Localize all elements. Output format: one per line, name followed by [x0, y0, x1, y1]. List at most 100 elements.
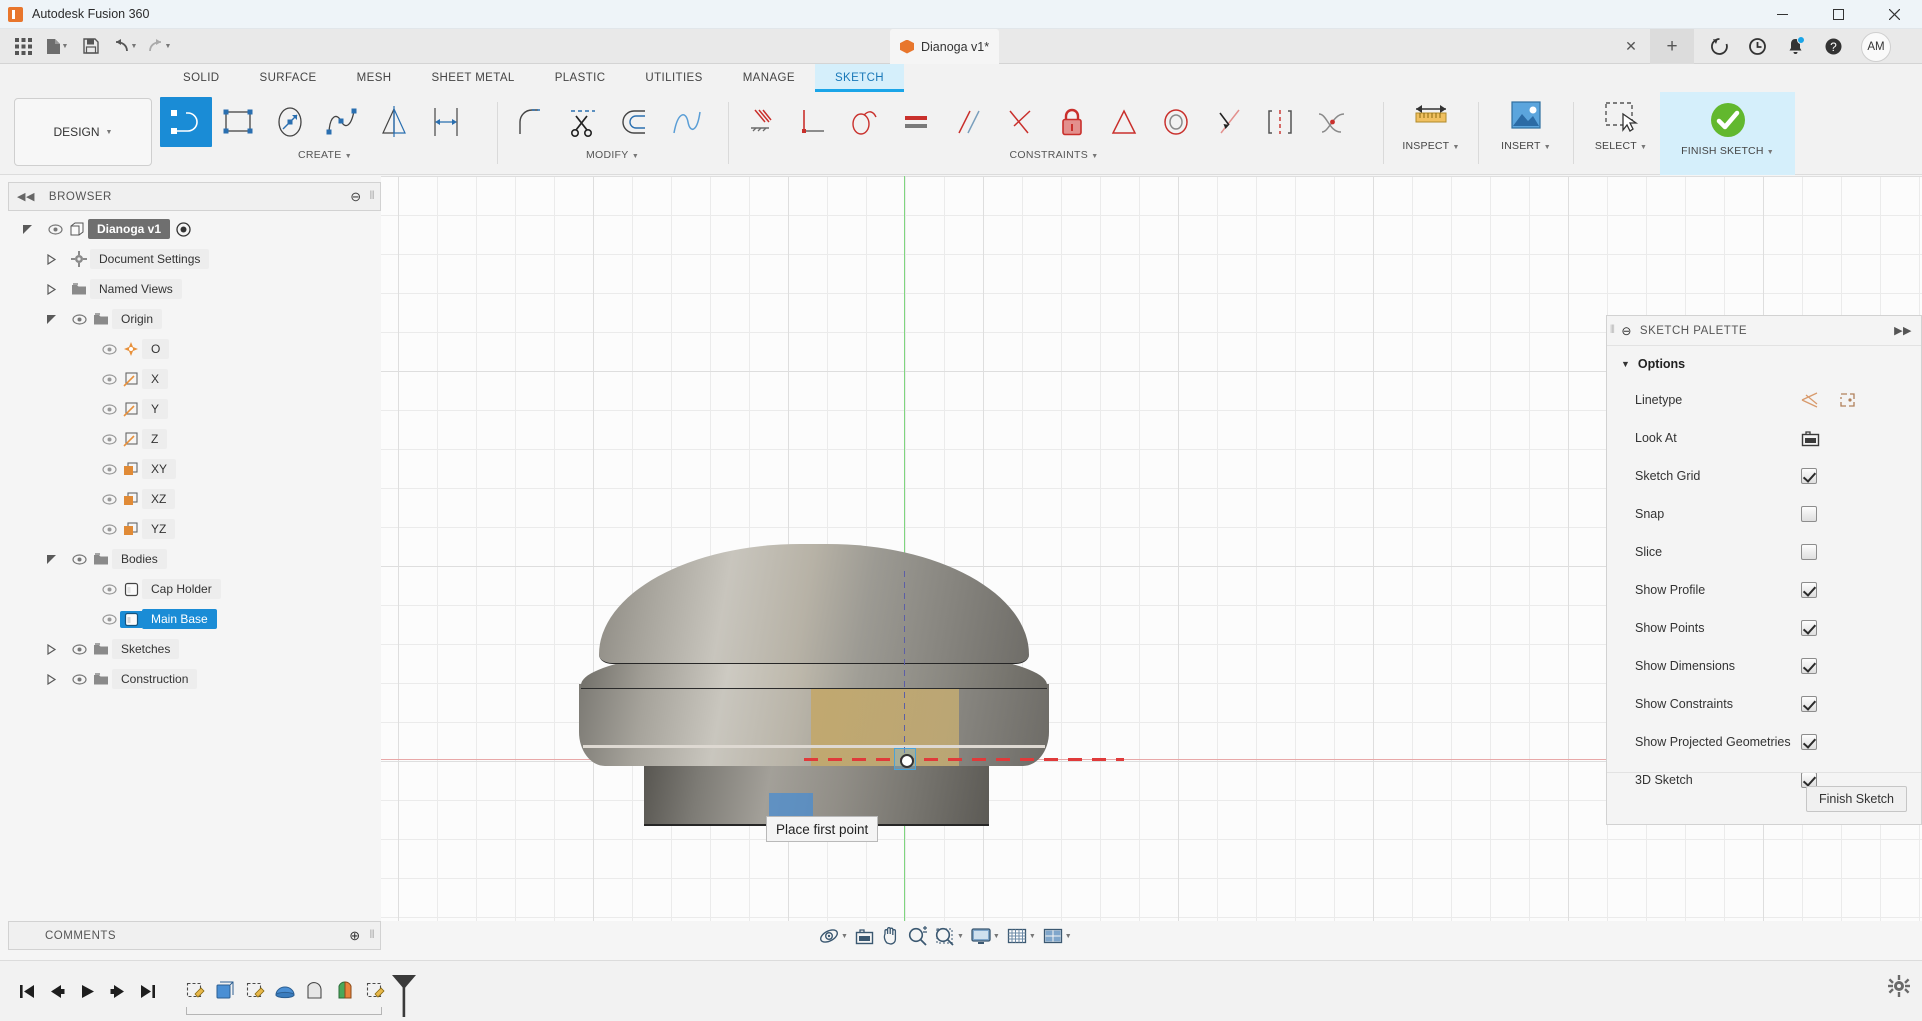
visibility-eye-icon[interactable]: [68, 643, 90, 655]
step-forward-icon[interactable]: [102, 976, 132, 1006]
tree-item-axis-y[interactable]: Y: [8, 394, 381, 424]
ribbon-tab-manage[interactable]: MANAGE: [723, 64, 815, 92]
chevron-down-icon[interactable]: ▼: [993, 933, 1000, 940]
chevron-down-icon[interactable]: ▼: [62, 43, 69, 50]
visibility-eye-icon[interactable]: [98, 403, 120, 415]
tree-item-named-views[interactable]: Named Views: [8, 274, 381, 304]
chevron-down-icon[interactable]: ▼: [165, 43, 172, 50]
chevron-down-icon[interactable]: ▼: [957, 933, 964, 940]
mirror-tool[interactable]: [368, 97, 420, 147]
tree-item-dianoga[interactable]: Dianoga v1: [8, 214, 381, 244]
tree-item-origin-point[interactable]: O: [8, 334, 381, 364]
expand-twisty-icon[interactable]: [46, 314, 68, 325]
spline-tool[interactable]: [316, 97, 368, 147]
collapse-twisty-icon[interactable]: [46, 643, 68, 655]
fix-ground-constraint-tool[interactable]: [734, 97, 786, 147]
extrude-feature-icon[interactable]: [210, 975, 240, 1007]
construction-line-icon[interactable]: [1801, 391, 1820, 409]
jump-start-icon[interactable]: [12, 976, 42, 1006]
visibility-eye-icon[interactable]: [68, 553, 90, 565]
show-dimensions-checkbox[interactable]: [1801, 658, 1817, 674]
maximize-window-button[interactable]: [1810, 0, 1866, 29]
visibility-eye-icon[interactable]: [98, 583, 120, 595]
save-icon[interactable]: [76, 32, 106, 60]
dianoga-body-model[interactable]: [579, 544, 1049, 826]
show-points-checkbox[interactable]: [1801, 620, 1817, 636]
visibility-eye-icon[interactable]: [68, 313, 90, 325]
expand-right-icon[interactable]: ▶▶: [1894, 324, 1912, 337]
grid-snaps-icon[interactable]: ▼: [1003, 923, 1039, 949]
help-icon[interactable]: ?: [1814, 29, 1852, 64]
origin-point-marker[interactable]: [894, 748, 916, 770]
dimension-tool[interactable]: [420, 97, 472, 147]
visibility-eye-icon[interactable]: [98, 433, 120, 445]
zoom-window-icon[interactable]: ▼: [931, 923, 967, 949]
pan-hand-icon[interactable]: [878, 923, 904, 949]
look-at-camera-icon[interactable]: [1801, 430, 1921, 447]
finish-sketch-button[interactable]: FINISH SKETCH ▼: [1660, 92, 1795, 175]
timeline-end-marker[interactable]: [390, 973, 418, 1017]
sketch-grid-checkbox[interactable]: [1801, 468, 1817, 484]
viewports-icon[interactable]: ▼: [1039, 923, 1075, 949]
ribbon-tab-plastic[interactable]: PLASTIC: [535, 64, 626, 92]
ribbon-tab-mesh[interactable]: MESH: [337, 64, 412, 92]
tree-item-axis-x[interactable]: X: [8, 364, 381, 394]
visibility-eye-icon[interactable]: [98, 493, 120, 505]
visibility-eye-icon[interactable]: [98, 343, 120, 355]
tree-item-plane-xz[interactable]: XZ: [8, 484, 381, 514]
slice-checkbox[interactable]: [1801, 544, 1817, 560]
ribbon-tab-sketch[interactable]: SKETCH: [814, 64, 905, 92]
tree-item-plane-yz[interactable]: YZ: [8, 514, 381, 544]
ribbon-tab-utilities[interactable]: UTILITIES: [625, 64, 722, 92]
panel-grip[interactable]: ⦀: [370, 929, 375, 942]
expand-twisty-icon[interactable]: [22, 224, 44, 235]
workspace-selector[interactable]: DESIGN ▼: [14, 98, 152, 166]
sketch-palette-options-section[interactable]: ▼ Options: [1607, 346, 1921, 381]
redo-icon[interactable]: ▼: [144, 32, 174, 60]
step-back-icon[interactable]: [42, 976, 72, 1006]
close-document-tab-button[interactable]: ✕: [1624, 39, 1638, 54]
tree-item-origin[interactable]: Origin: [8, 304, 381, 334]
chevron-down-icon[interactable]: ▼: [1029, 933, 1036, 940]
circle-tool[interactable]: [264, 97, 316, 147]
ribbon-tab-solid[interactable]: SOLID: [163, 64, 240, 92]
panel-grip[interactable]: ⦀: [370, 190, 375, 203]
look-at-icon[interactable]: [851, 923, 878, 949]
collapse-twisty-icon[interactable]: [46, 673, 68, 685]
display-settings-icon[interactable]: ▼: [967, 923, 1003, 949]
parallel-constraint-tool[interactable]: [942, 97, 994, 147]
new-file-icon[interactable]: ▼: [42, 32, 72, 60]
tree-item-main-base[interactable]: Main Base: [8, 604, 381, 634]
curvature-tool[interactable]: [661, 97, 713, 147]
zoom-icon[interactable]: [904, 923, 931, 949]
play-icon[interactable]: [72, 976, 102, 1006]
show-projected-geometries-checkbox[interactable]: [1801, 734, 1817, 750]
visibility-eye-icon[interactable]: [68, 673, 90, 685]
snap-checkbox[interactable]: [1801, 506, 1817, 522]
chevron-down-icon[interactable]: ▼: [131, 43, 138, 50]
centerline-icon[interactable]: [1838, 391, 1857, 409]
visibility-eye-icon[interactable]: [98, 373, 120, 385]
collinear-constraint-tool[interactable]: [1202, 97, 1254, 147]
tree-item-axis-z[interactable]: Z: [8, 424, 381, 454]
appearance-feature-icon[interactable]: [330, 975, 360, 1007]
add-comment-icon[interactable]: ⊕: [349, 928, 360, 944]
new-document-tab-button[interactable]: +: [1650, 29, 1694, 64]
fillet-tool[interactable]: [505, 97, 557, 147]
tree-item-plane-xy[interactable]: XY: [8, 454, 381, 484]
line-tool[interactable]: [160, 97, 212, 147]
chevron-down-icon[interactable]: ▼: [841, 933, 848, 940]
rectangle-tool[interactable]: [212, 97, 264, 147]
expand-twisty-icon[interactable]: [46, 554, 68, 565]
orbit-icon[interactable]: ▼: [815, 923, 851, 949]
perpendicular-constraint-tool[interactable]: [994, 97, 1046, 147]
activate-radio-icon[interactable]: [176, 221, 191, 237]
tangent-constraint-tool[interactable]: [838, 97, 890, 147]
collapse-twisty-icon[interactable]: [46, 283, 68, 295]
minimize-window-button[interactable]: [1754, 0, 1810, 29]
tree-item-construction[interactable]: Construction: [8, 664, 381, 694]
insert-button[interactable]: INSERT ▼: [1487, 94, 1565, 172]
equal-constraint-tool[interactable]: [890, 97, 942, 147]
finish-sketch-palette-button[interactable]: Finish Sketch: [1805, 785, 1907, 812]
ribbon-group-modify-label[interactable]: MODIFY ▼: [505, 149, 720, 161]
